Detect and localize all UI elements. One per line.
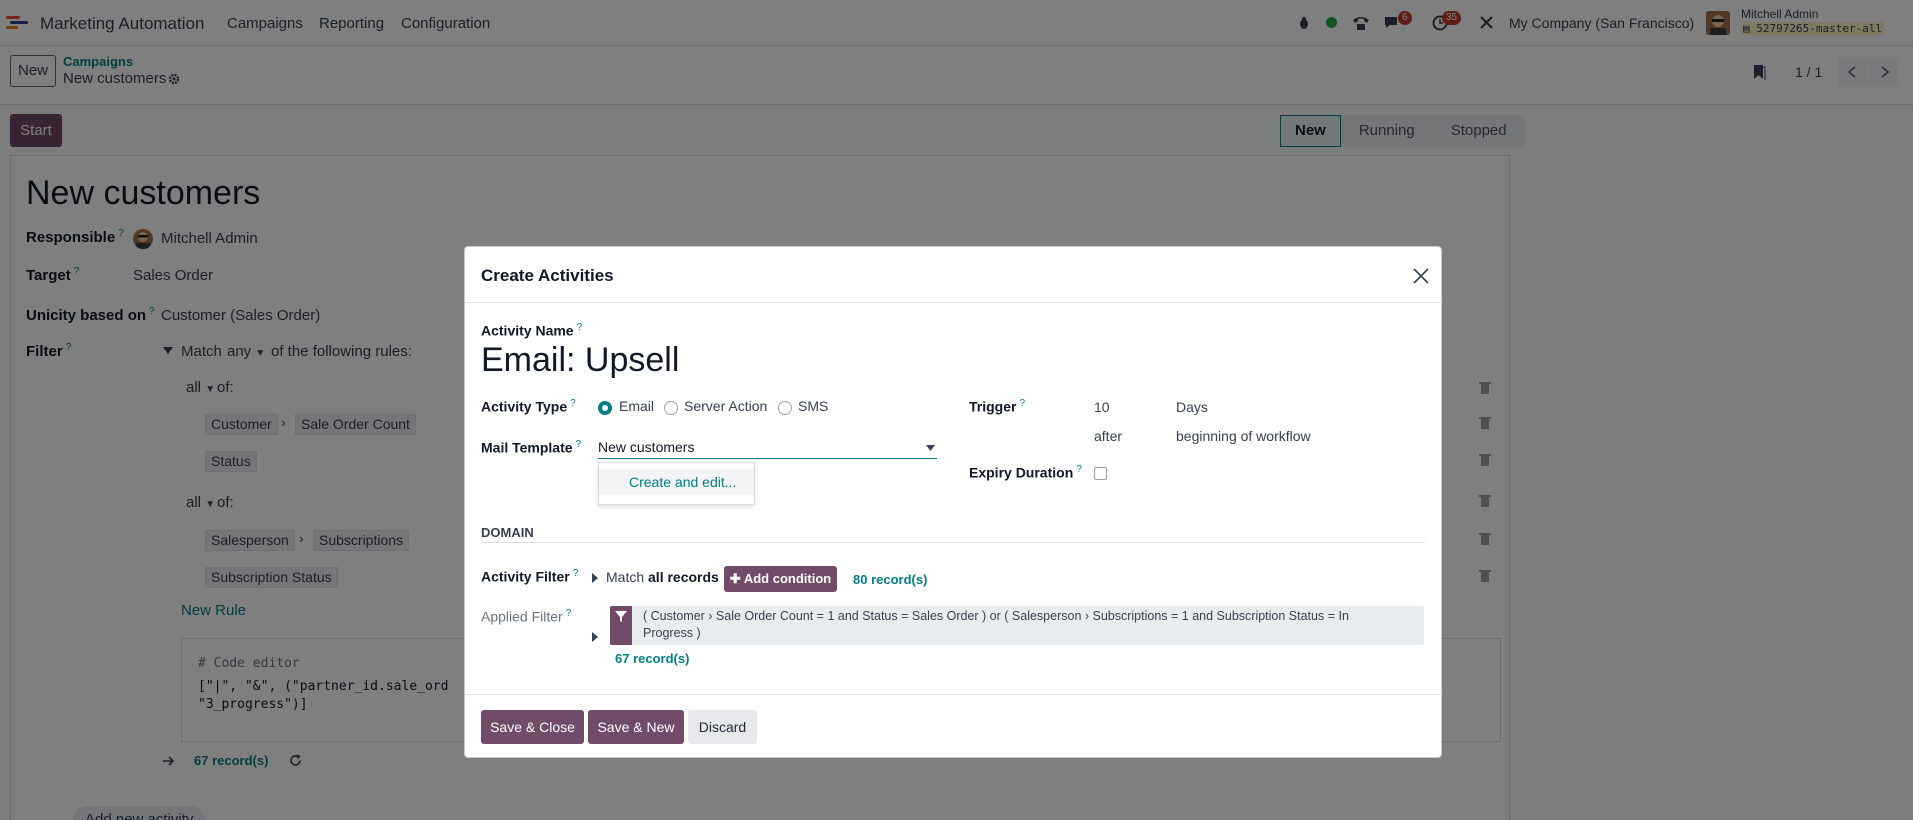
trigger-label: Trigger? (969, 398, 1025, 415)
radio-server-action[interactable] (664, 401, 678, 415)
discard-button[interactable]: Discard (688, 710, 757, 744)
mail-template-label-text: Mail Template (481, 439, 573, 456)
help-icon: ? (576, 322, 583, 333)
activity-filter-label: Activity Filter? (481, 568, 578, 585)
add-condition-label: Add condition (743, 571, 832, 586)
trigger-number-input[interactable]: 10 (1094, 399, 1110, 415)
add-condition-button[interactable]: ✚ Add condition (724, 566, 837, 592)
expiry-duration-label-text: Expiry Duration (969, 464, 1074, 481)
radio-email-label[interactable]: Email (619, 398, 654, 414)
help-icon: ? (572, 568, 579, 579)
help-icon: ? (565, 608, 572, 619)
expiry-duration-label: Expiry Duration? (969, 464, 1082, 481)
match-all-records: Match all records (606, 569, 719, 585)
create-and-edit-label: Create and edit... (629, 474, 737, 490)
save-new-button[interactable]: Save & New (588, 710, 684, 744)
help-icon: ? (575, 439, 582, 450)
match-all-records-bold: all records (648, 569, 719, 585)
mail-template-label: Mail Template? (481, 439, 581, 456)
modal-header: Create Activities (465, 247, 1441, 303)
create-activities-dialog: Create Activities Activity Name? Email: … (464, 246, 1442, 758)
applied-filter-count[interactable]: 67 record(s) (615, 651, 689, 666)
trigger-unit-select[interactable]: Days (1176, 399, 1208, 415)
dropdown-create-and-edit[interactable]: Create and edit... (599, 469, 754, 495)
caret-right-icon[interactable] (592, 573, 598, 583)
radio-email[interactable] (598, 401, 612, 415)
save-close-button[interactable]: Save & Close (481, 710, 584, 744)
caret-down-icon[interactable] (926, 445, 935, 451)
applied-filter-box: ( Customer › Sale Order Count = 1 and St… (610, 606, 1424, 645)
applied-filter-line-1: ( Customer › Sale Order Count = 1 and St… (643, 609, 1349, 623)
modal-title: Create Activities (481, 266, 614, 285)
expiry-duration-checkbox[interactable] (1094, 467, 1107, 480)
activity-type-label: Activity Type? (481, 398, 576, 415)
trigger-event-select[interactable]: beginning of workflow (1176, 428, 1311, 444)
mail-template-dropdown: Create and edit... (598, 462, 755, 505)
modal-footer: Save & Close Save & New Discard (465, 694, 1441, 758)
help-icon: ? (1076, 464, 1082, 475)
radio-sms-label[interactable]: SMS (798, 398, 828, 414)
activity-filter-count[interactable]: 80 record(s) (853, 572, 927, 587)
caret-right-icon[interactable] (592, 632, 598, 642)
applied-filter-line-2: Progress ) (643, 626, 701, 640)
trigger-when: after (1094, 428, 1123, 444)
applied-filter-label: Applied Filter? (481, 608, 571, 625)
help-icon: ? (1019, 398, 1026, 409)
match-text: Match (606, 569, 645, 585)
mail-template-input[interactable]: New customers (598, 439, 694, 455)
help-icon: ? (570, 398, 576, 409)
activity-type-label-text: Activity Type (481, 398, 568, 415)
activity-name-label: Activity Name? (481, 322, 582, 339)
radio-server-action-label[interactable]: Server Action (684, 398, 767, 414)
filter-funnel-icon (610, 606, 632, 645)
activity-name-input[interactable]: Email: Upsell (481, 341, 679, 380)
radio-sms[interactable] (778, 401, 792, 415)
activity-name-label-text: Activity Name (481, 322, 574, 339)
plus-icon: ✚ (729, 571, 741, 586)
close-icon[interactable] (1413, 268, 1429, 284)
domain-separator (481, 542, 1425, 543)
trigger-label-text: Trigger (969, 398, 1017, 415)
activity-filter-label-text: Activity Filter (481, 568, 570, 585)
domain-section-header: DOMAIN (481, 525, 534, 540)
applied-filter-label-text: Applied Filter (481, 608, 563, 625)
mail-template-field[interactable]: New customers (598, 435, 937, 459)
